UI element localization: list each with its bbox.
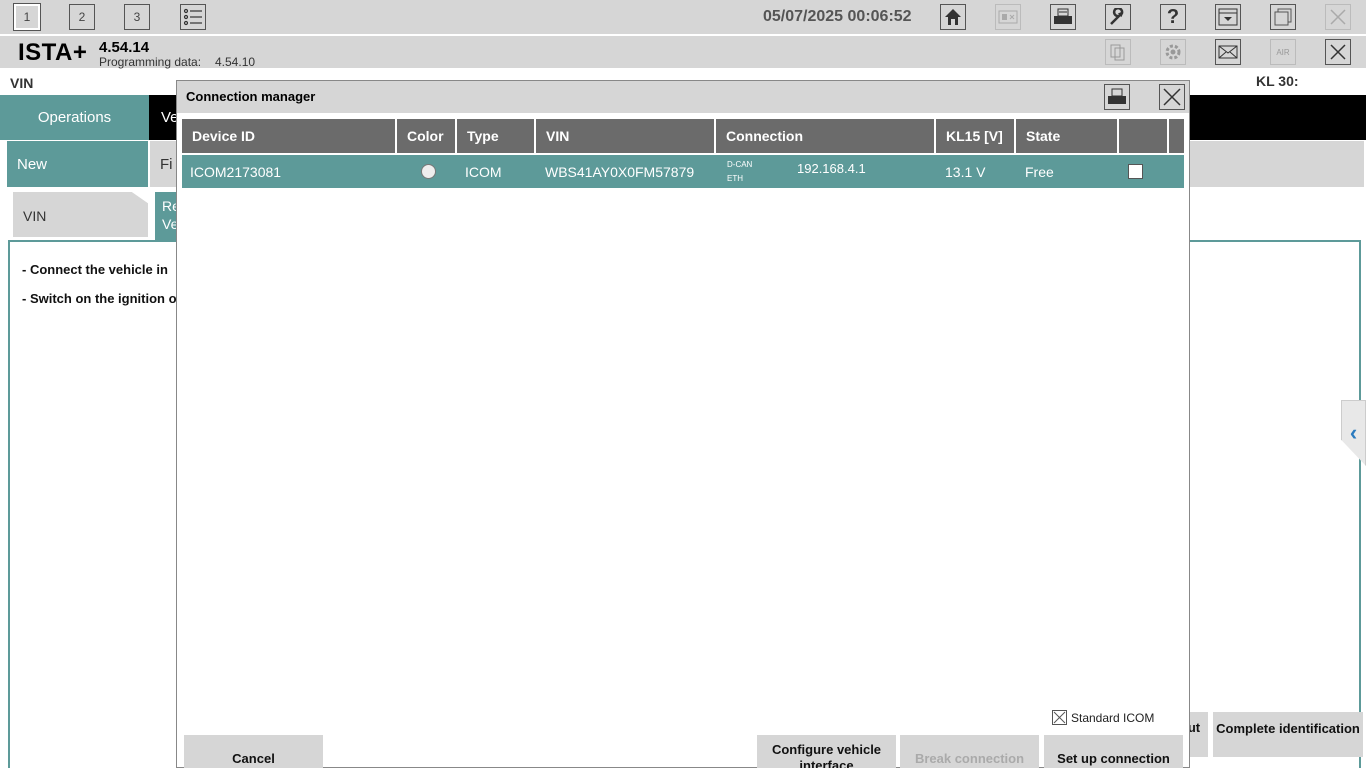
dropdown-icon[interactable] — [1215, 4, 1241, 30]
cell-conn-dcan: D-CAN — [727, 160, 753, 169]
col-device-id[interactable]: Device ID — [182, 119, 395, 153]
wrench-icon[interactable] — [1105, 4, 1131, 30]
instruction-ignition: - Switch on the ignition o — [22, 291, 177, 306]
gear-icon — [1160, 39, 1186, 65]
set-up-connection-button[interactable]: Set up connection — [1044, 735, 1183, 768]
programming-data-value: 4.54.10 — [215, 55, 256, 69]
programming-data-label: Programming data: — [99, 55, 202, 69]
col-connection[interactable]: Connection — [716, 119, 934, 153]
app-name: ISTA+ — [18, 39, 88, 66]
complete-identification-button[interactable]: Complete identification — [1213, 712, 1363, 757]
cell-state: Free — [1025, 164, 1054, 180]
window-icon[interactable] — [1270, 4, 1296, 30]
workspace-2-button[interactable]: 2 — [69, 4, 95, 30]
vin-label: VIN — [10, 75, 34, 91]
col-select — [1119, 119, 1167, 153]
cell-device-id: ICOM2173081 — [190, 164, 282, 180]
configure-vehicle-interface-button[interactable]: Configure vehicle interface — [757, 735, 896, 768]
document-icon — [1105, 39, 1131, 65]
instruction-connect: - Connect the vehicle in — [22, 262, 168, 277]
dialog-header — [177, 81, 1189, 113]
workspace-1-button[interactable]: 1 — [13, 3, 41, 31]
mail-icon[interactable] — [1215, 39, 1241, 65]
row-select-checkbox[interactable] — [1128, 164, 1143, 179]
break-connection-button: Break connection — [900, 735, 1039, 768]
subtab-right — [1190, 141, 1364, 187]
printer-icon[interactable] — [1104, 84, 1130, 110]
home-icon[interactable] — [940, 4, 966, 30]
col-type[interactable]: Type — [457, 119, 534, 153]
tab-operations[interactable]: Operations — [0, 95, 149, 140]
display-icon — [995, 4, 1021, 30]
printer-icon[interactable] — [1050, 4, 1076, 30]
cell-type: ICOM — [465, 164, 502, 180]
close-icon — [1325, 4, 1351, 30]
workspace-3-button[interactable]: 3 — [124, 4, 150, 30]
help-icon[interactable]: ? — [1160, 4, 1186, 30]
datetime-display: 05/07/2025 00:06:52 — [763, 8, 912, 25]
subtab-new[interactable]: New — [7, 141, 148, 187]
step-vin[interactable]: VIN — [13, 192, 148, 237]
kl30-label: KL 30: — [1256, 73, 1299, 89]
close-icon[interactable] — [1325, 39, 1351, 65]
dialog-title: Connection manager — [186, 89, 316, 104]
app-version: 4.54.14 — [99, 39, 150, 56]
col-vin[interactable]: VIN — [536, 119, 714, 153]
color-indicator — [421, 164, 436, 179]
cell-kl15: 13.1 V — [945, 164, 986, 180]
air-icon: AIR — [1270, 39, 1296, 65]
col-state[interactable]: State — [1016, 119, 1117, 153]
cell-vin: WBS41AY0X0FM57879 — [545, 164, 695, 180]
cancel-button[interactable]: Cancel — [184, 735, 323, 768]
standard-icom-checkbox[interactable] — [1052, 710, 1067, 725]
col-color[interactable]: Color — [397, 119, 455, 153]
list-icon[interactable] — [180, 4, 206, 30]
col-scroll — [1169, 119, 1184, 153]
close-icon[interactable] — [1159, 84, 1185, 110]
standard-icom-label: Standard ICOM — [1071, 711, 1155, 725]
col-kl15[interactable]: KL15 [V] — [936, 119, 1014, 153]
cell-conn-eth: ETH — [727, 174, 743, 183]
cell-ip: 192.168.4.1 — [797, 161, 866, 176]
